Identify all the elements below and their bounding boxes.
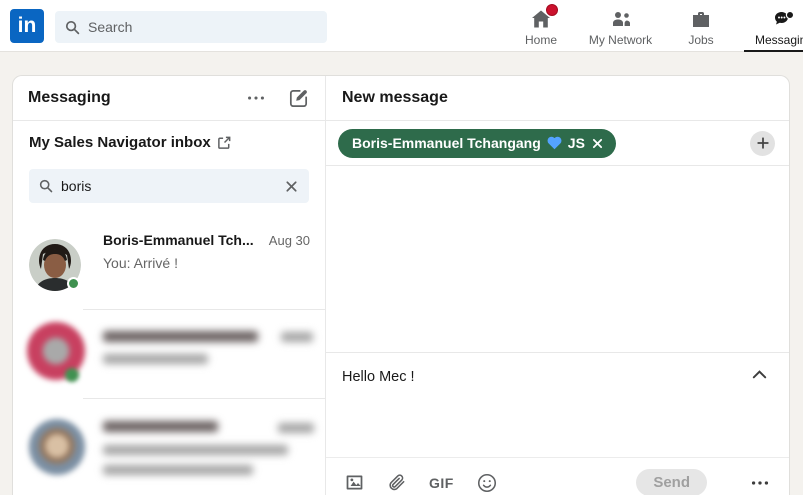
redacted-name — [103, 331, 258, 342]
conversation-searchbox[interactable] — [29, 169, 309, 203]
attach-image-icon[interactable] — [344, 472, 365, 493]
conversation-list-panel: Messaging My Sales Navigator inbox — [13, 76, 326, 495]
new-message-title: New message — [342, 89, 448, 107]
conversation-search-row — [13, 161, 325, 217]
nav-home-label: Home — [525, 33, 557, 47]
recipient-name: Boris-Emmanuel Tchangang — [352, 135, 541, 151]
messaging-card: Messaging My Sales Navigator inbox — [12, 75, 790, 495]
message-compose-area[interactable]: Hello Mec ! — [326, 353, 789, 457]
conversation-search-input[interactable] — [61, 178, 276, 194]
search-icon — [39, 179, 53, 193]
external-link-icon — [217, 135, 232, 150]
compose-text[interactable]: Hello Mec ! — [342, 369, 415, 385]
nav-my-network-label: My Network — [589, 33, 652, 47]
remove-recipient-icon[interactable] — [591, 137, 604, 150]
avatar — [29, 419, 85, 475]
recipient-row: Boris-Emmanuel Tchangang JS — [326, 121, 789, 165]
conversation-item-redacted[interactable] — [13, 399, 325, 494]
new-message-panel: New message Boris-Emmanuel Tchangang JS — [326, 76, 789, 495]
conversation-item-redacted[interactable] — [13, 310, 325, 398]
redacted-date — [281, 332, 313, 342]
redacted-name — [103, 421, 218, 432]
online-presence-dot — [67, 277, 80, 290]
message-thread-area — [326, 166, 789, 352]
gif-button[interactable]: GIF — [429, 475, 454, 491]
nav-messaging-label: Messaging — [755, 33, 803, 47]
redacted-preview — [103, 354, 208, 364]
redacted-date — [278, 423, 314, 433]
conversation-date: Aug 30 — [269, 233, 310, 248]
sales-navigator-inbox-link[interactable]: My Sales Navigator inbox — [13, 121, 325, 161]
emoji-icon[interactable] — [476, 472, 498, 494]
global-search[interactable] — [55, 11, 327, 43]
chevron-up-icon[interactable] — [750, 365, 769, 384]
home-icon — [529, 7, 553, 31]
nav-jobs-label: Jobs — [688, 33, 713, 47]
nav-jobs[interactable]: Jobs — [677, 0, 725, 52]
online-presence-dot — [65, 368, 79, 382]
nav-my-network[interactable]: My Network — [583, 0, 658, 52]
more-options-icon[interactable] — [245, 87, 267, 109]
conversation-preview: You: Arrivé ! — [103, 255, 178, 271]
linkedin-logo[interactable]: in — [10, 9, 44, 43]
my-network-icon — [609, 7, 633, 31]
messaging-icon — [772, 7, 796, 31]
send-button[interactable]: Send — [636, 469, 707, 495]
sales-navigator-label: My Sales Navigator inbox — [29, 134, 211, 151]
blue-heart-emoji — [547, 136, 562, 150]
compose-icon[interactable] — [287, 87, 310, 110]
jobs-icon — [689, 7, 713, 31]
left-panel-header: Messaging — [13, 76, 325, 120]
conversation-item-boris[interactable]: Boris-Emmanuel Tch... Aug 30 You: Arrivé… — [13, 217, 325, 309]
right-panel-header: New message — [326, 76, 789, 120]
search-input[interactable] — [88, 19, 317, 35]
compose-toolbar: GIF Send — [326, 457, 789, 495]
clear-search-icon[interactable] — [284, 179, 299, 194]
recipient-suffix: JS — [568, 135, 585, 151]
messaging-title: Messaging — [28, 89, 111, 107]
conversation-name: Boris-Emmanuel Tch... — [103, 232, 254, 248]
search-icon — [65, 20, 80, 35]
nav-messaging[interactable]: Messaging — [744, 0, 803, 52]
nav-home[interactable]: Home — [513, 0, 569, 52]
attach-file-icon[interactable] — [387, 473, 407, 493]
more-actions-icon[interactable] — [749, 472, 771, 494]
notification-badge — [546, 4, 558, 16]
add-recipient-button[interactable] — [750, 131, 775, 156]
redacted-preview — [103, 465, 253, 475]
redacted-preview — [103, 445, 288, 455]
top-nav: in Home My Network Jobs Messaging — [0, 0, 803, 52]
recipient-pill[interactable]: Boris-Emmanuel Tchangang JS — [338, 129, 616, 158]
